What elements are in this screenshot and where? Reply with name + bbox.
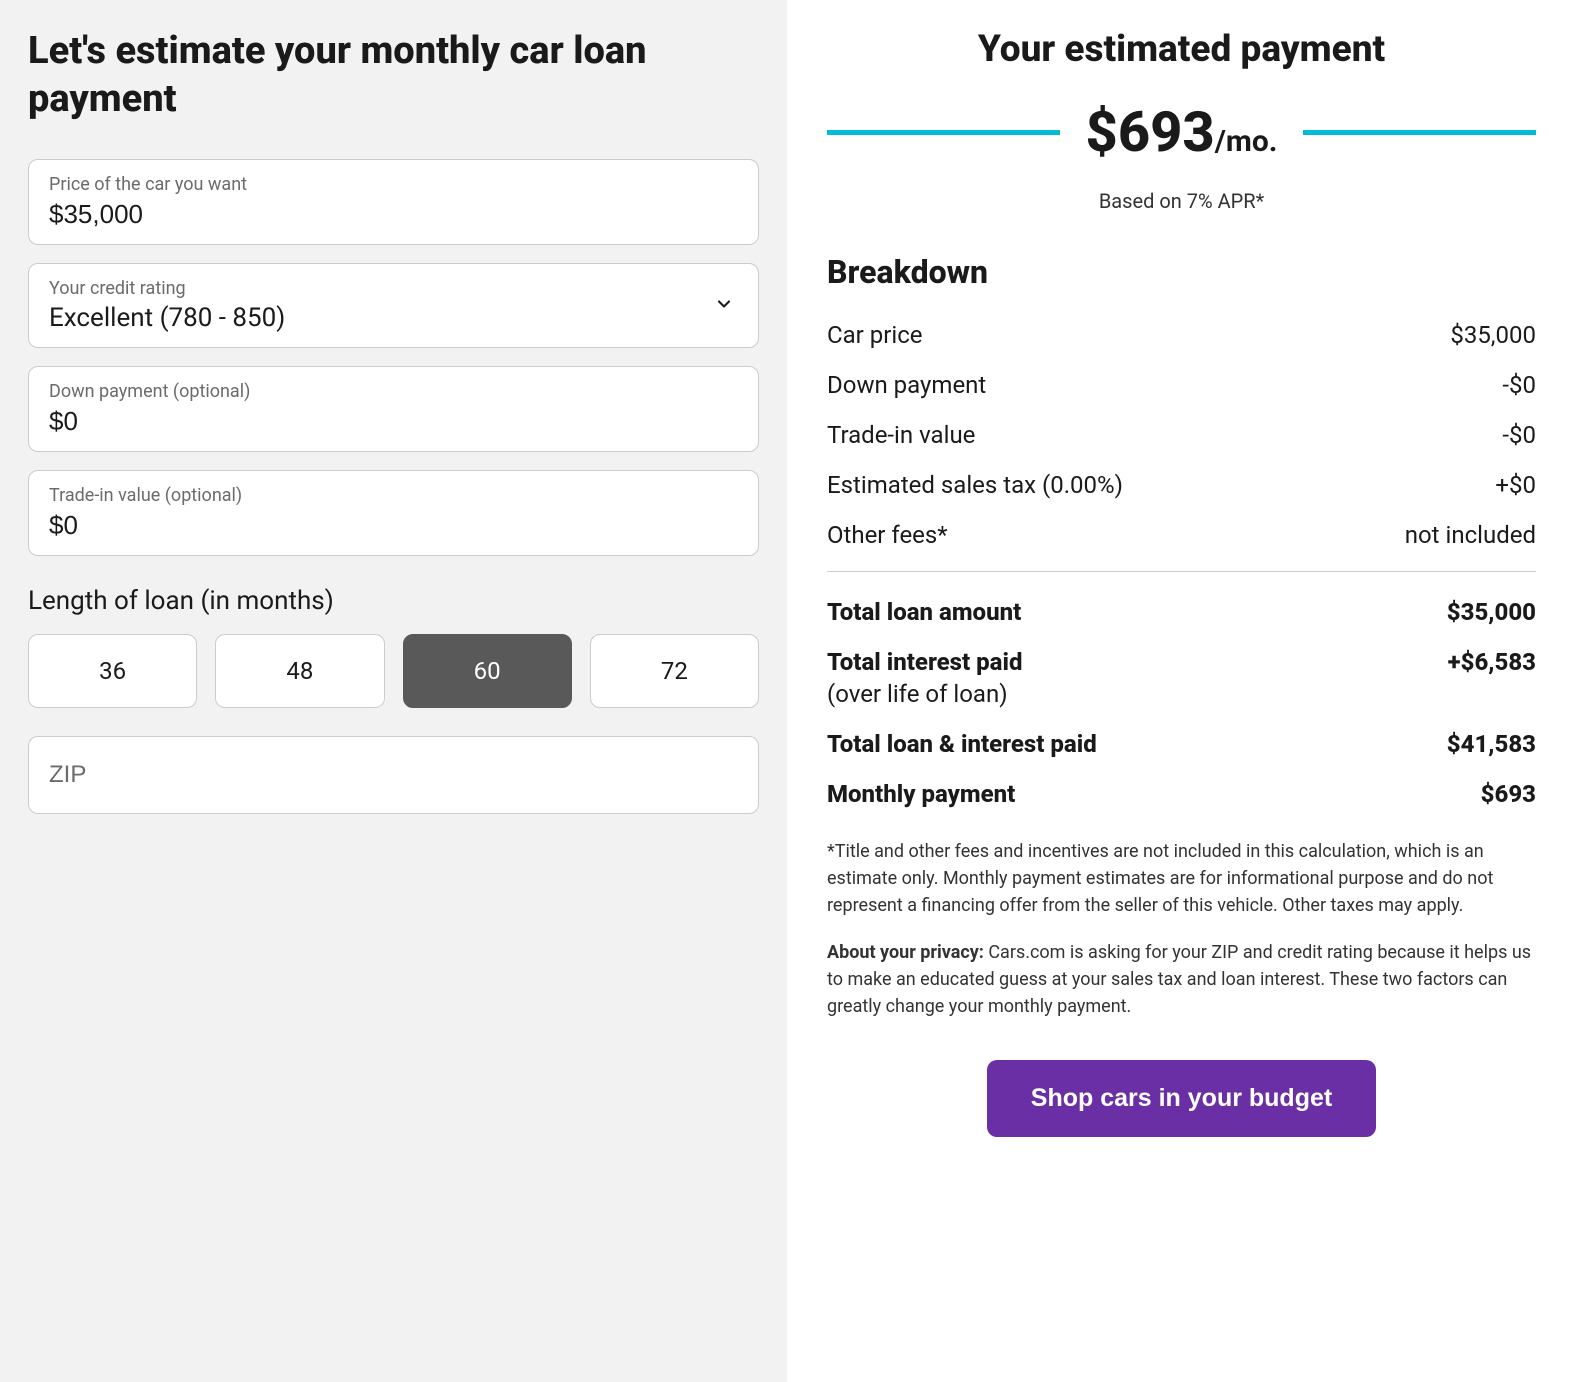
interest-label: Total interest paid (827, 648, 1022, 676)
payment-amount: $693 (1086, 99, 1215, 165)
row-sales-tax: Estimated sales tax (0.00%) +$0 (827, 471, 1536, 499)
zip-input[interactable] (49, 761, 738, 789)
term-button-72[interactable]: 72 (590, 634, 759, 708)
car-price-label: Car price (827, 321, 923, 349)
row-interest: Total interest paid (over life of loan) … (827, 648, 1536, 708)
trade-input[interactable] (49, 510, 738, 541)
tax-value: +$0 (1495, 471, 1536, 499)
row-trade-in: Trade-in value -$0 (827, 421, 1536, 449)
credit-value: Excellent (780 - 850) (49, 303, 738, 333)
payment-suffix: /mo. (1215, 124, 1278, 159)
results-panel: Your estimated payment $693/mo. Based on… (787, 0, 1576, 1382)
form-title: Let's estimate your monthly car loan pay… (28, 28, 759, 123)
apr-text: Based on 7% APR* (827, 189, 1536, 213)
breakdown-title: Breakdown (827, 253, 1536, 291)
down-payment-field[interactable]: Down payment (optional) (28, 366, 759, 452)
term-button-48[interactable]: 48 (215, 634, 384, 708)
monthly-value: $693 (1481, 780, 1536, 808)
row-other-fees: Other fees* not included (827, 521, 1536, 549)
payment-row: $693/mo. (827, 99, 1536, 165)
car-price-value: $35,000 (1450, 321, 1536, 349)
term-button-group: 36 48 60 72 (28, 634, 759, 708)
results-title: Your estimated payment (827, 28, 1536, 71)
interest-value: +$6,583 (1448, 648, 1536, 708)
chevron-down-icon (714, 294, 734, 318)
loan-length-label: Length of loan (in months) (28, 586, 759, 616)
privacy-text: About your privacy: Cars.com is asking f… (827, 939, 1536, 1020)
down-input[interactable] (49, 406, 738, 437)
term-button-36[interactable]: 36 (28, 634, 197, 708)
tax-label: Estimated sales tax (0.00%) (827, 471, 1123, 499)
privacy-bold: About your privacy: (827, 942, 988, 963)
credit-label: Your credit rating (49, 278, 738, 299)
row-total-paid: Total loan & interest paid $41,583 (827, 730, 1536, 758)
row-car-price: Car price $35,000 (827, 321, 1536, 349)
disclaimer-text: *Title and other fees and incentives are… (827, 838, 1536, 919)
trade-in-field[interactable]: Trade-in value (optional) (28, 470, 759, 556)
total-loan-value: $35,000 (1447, 598, 1536, 626)
payment-amount-wrap: $693/mo. (1086, 99, 1278, 165)
trade-value: -$0 (1502, 421, 1536, 449)
fees-value: not included (1405, 521, 1536, 549)
total-paid-label: Total loan & interest paid (827, 730, 1097, 758)
row-total-loan: Total loan amount $35,000 (827, 598, 1536, 626)
trade-label: Trade-in value (optional) (49, 485, 738, 506)
calculator-form: Let's estimate your monthly car loan pay… (0, 0, 787, 1382)
price-label: Price of the car you want (49, 174, 738, 195)
price-input[interactable] (49, 199, 738, 230)
price-field[interactable]: Price of the car you want (28, 159, 759, 245)
accent-line-right (1303, 130, 1536, 135)
down-label: Down payment (827, 371, 986, 399)
trade-label: Trade-in value (827, 421, 975, 449)
monthly-label: Monthly payment (827, 780, 1015, 808)
total-loan-label: Total loan amount (827, 598, 1021, 626)
total-paid-value: $41,583 (1447, 730, 1536, 758)
down-value: -$0 (1502, 371, 1536, 399)
down-label: Down payment (optional) (49, 381, 738, 402)
accent-line-left (827, 130, 1060, 135)
row-monthly: Monthly payment $693 (827, 780, 1536, 808)
row-down-payment: Down payment -$0 (827, 371, 1536, 399)
fees-label: Other fees* (827, 521, 948, 549)
shop-cars-button[interactable]: Shop cars in your budget (987, 1060, 1376, 1137)
term-button-60[interactable]: 60 (403, 634, 572, 708)
credit-rating-select[interactable]: Your credit rating Excellent (780 - 850) (28, 263, 759, 348)
interest-sub: (over life of loan) (827, 680, 1022, 708)
zip-field[interactable] (28, 736, 759, 814)
divider (827, 571, 1536, 572)
